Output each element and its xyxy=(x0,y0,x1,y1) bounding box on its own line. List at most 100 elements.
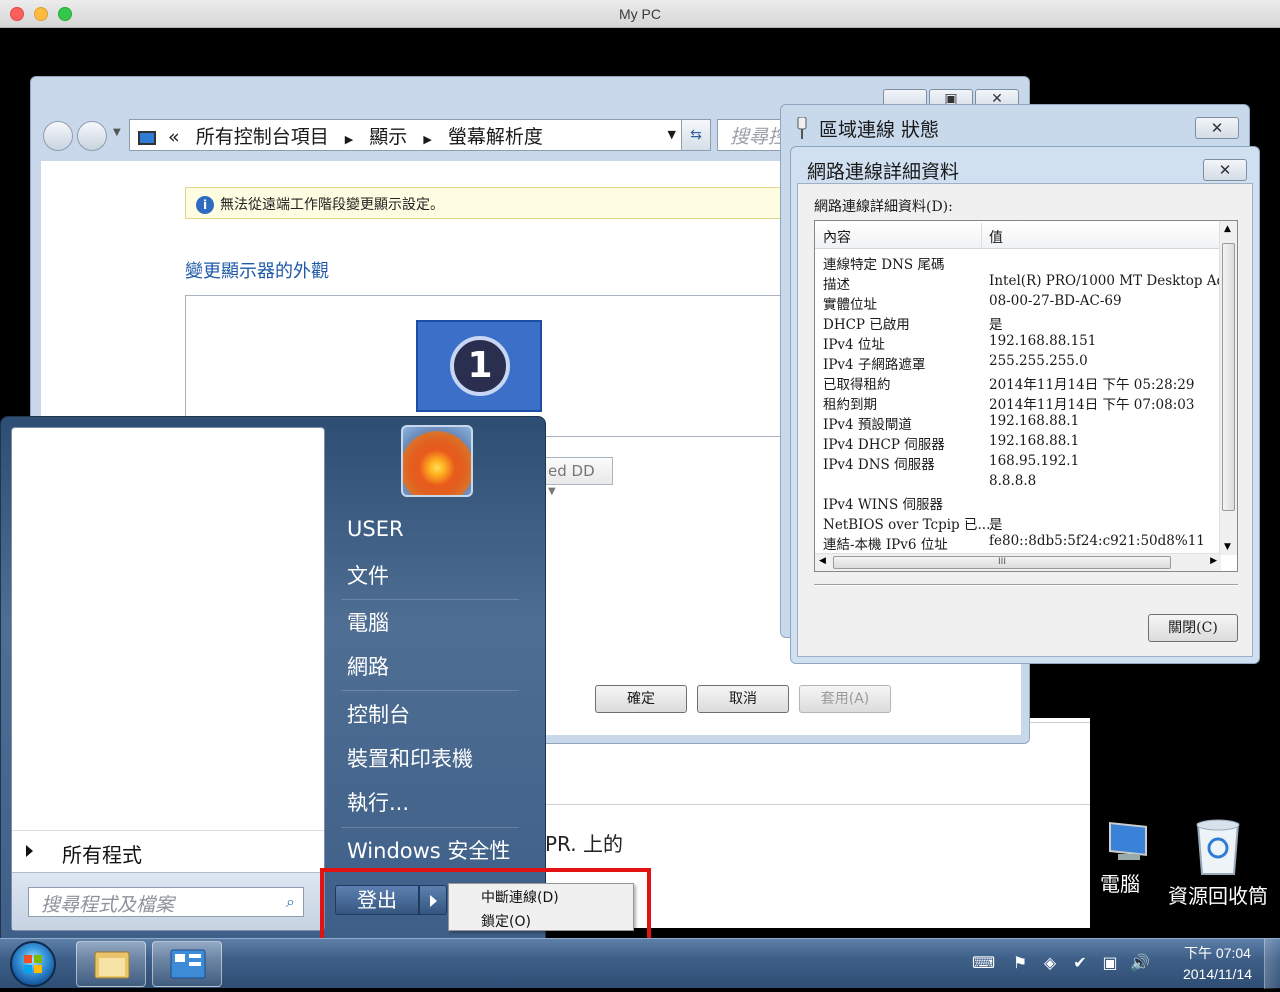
info-icon: i xyxy=(196,196,214,214)
start-item-windows-security[interactable]: Windows 安全性 xyxy=(347,835,510,865)
start-item-network[interactable]: 網路 xyxy=(347,651,389,681)
breadcrumb-arrow-icon[interactable]: ▶ xyxy=(345,133,353,146)
ok-button[interactable]: 確定 xyxy=(595,685,687,713)
row-property: DHCP 已啟用 xyxy=(823,317,910,333)
start-item-run[interactable]: 執行... xyxy=(347,787,409,817)
mac-window-titlebar: My PC xyxy=(0,0,1280,28)
show-desktop-button[interactable] xyxy=(1264,939,1280,989)
details-list-label: 網路連線詳細資料(D): xyxy=(814,199,953,215)
forward-button[interactable] xyxy=(77,121,107,151)
remote-desktop: PR. 上的 ▁ ▣ ✕ ▼ « 所有控制台項目 ▶ 顯示 ▶ 螢幕解析度 ▼ xyxy=(0,28,1280,949)
all-programs-button[interactable]: 所有程式 xyxy=(12,830,324,870)
row-value: fe80::8db5:5f24:c921:50d8%11 xyxy=(989,533,1205,549)
chevron-right-icon xyxy=(26,845,33,857)
column-divider[interactable] xyxy=(981,223,982,247)
close-button[interactable]: ✕ xyxy=(1203,159,1247,181)
computer-icon xyxy=(1109,821,1147,860)
address-dropdown-icon[interactable]: ▼ xyxy=(668,128,676,141)
row-value: 192.168.88.1 xyxy=(989,413,1080,429)
clock[interactable]: 下午 07:04 2014/11/14 xyxy=(1183,943,1252,985)
table-row[interactable]: IPv4 DNS 伺服器 168.95.192.1 xyxy=(815,451,1221,473)
table-row[interactable]: DHCP 已啟用 是 xyxy=(815,311,1221,333)
column-header-value[interactable]: 值 xyxy=(989,227,1003,247)
table-row[interactable]: IPv4 子網路遮罩 255.255.255.0 xyxy=(815,351,1221,373)
breadcrumb-overflow[interactable]: « xyxy=(168,126,180,148)
refresh-button[interactable]: ⇆ xyxy=(681,119,711,151)
monitor-icon[interactable]: 1 xyxy=(416,320,542,412)
recycle-bin-desktop-icon[interactable]: 資源回收筒 xyxy=(1168,818,1268,938)
lan-status-title: 區域連線 狀態 xyxy=(819,119,940,141)
row-property: IPv4 位址 xyxy=(823,337,885,353)
divider xyxy=(341,827,519,828)
security-icon[interactable]: ✔ xyxy=(1070,953,1090,973)
scroll-left-icon[interactable]: ◀ xyxy=(819,556,826,566)
network-details-body: 網路連線詳細資料(D): 內容 值 連線特定 DNS 尾碼 描述 Intel(R) … xyxy=(797,183,1253,657)
row-value: 168.95.192.1 xyxy=(989,453,1080,469)
row-value: 08-00-27-BD-AC-69 xyxy=(989,293,1122,309)
scroll-up-icon[interactable]: ▲ xyxy=(1224,224,1231,234)
chevron-down-icon: ▼ xyxy=(548,486,556,497)
row-value: 255.255.255.0 xyxy=(989,353,1088,369)
table-row[interactable]: 實體位址 08-00-27-BD-AC-69 xyxy=(815,291,1221,313)
start-search-input[interactable]: 搜尋程式及檔案 ⌕ xyxy=(28,887,304,917)
row-property: IPv4 DHCP 伺服器 xyxy=(823,437,945,453)
scroll-thumb-horizontal[interactable]: III xyxy=(833,556,1171,569)
history-dropdown-icon[interactable]: ▼ xyxy=(113,127,121,138)
start-button[interactable] xyxy=(10,941,56,987)
computer-desktop-icon[interactable]: 電腦 xyxy=(1100,818,1160,908)
network-tray-icon[interactable]: ▣ xyxy=(1100,953,1120,973)
table-row[interactable]: 連線特定 DNS 尾碼 xyxy=(815,251,1221,273)
start-item-documents[interactable]: 文件 xyxy=(347,560,389,590)
column-header-property[interactable]: 內容 xyxy=(823,227,851,247)
display-dropdown[interactable]: ed DD ▼ xyxy=(541,457,613,497)
display-dropdown-value: ed DD xyxy=(548,462,595,480)
taskbar-control-panel-button[interactable] xyxy=(152,941,222,987)
background-text: PR. 上的 xyxy=(545,832,623,856)
avatar[interactable] xyxy=(401,425,473,497)
row-value: 2014年11月14日 下午 07:08:03 xyxy=(989,397,1195,413)
horizontal-scrollbar[interactable]: ◀ III ▶ xyxy=(815,553,1221,571)
divider xyxy=(341,599,519,600)
breadcrumb-item-resolution[interactable]: 螢幕解析度 xyxy=(448,126,543,148)
table-row[interactable]: 連結-本機 IPv6 位址 fe80::8db5:5f24:c921:50d8%1… xyxy=(815,531,1221,553)
details-list[interactable]: 內容 值 連線特定 DNS 尾碼 描述 Intel(R) PRO/1000 MT D… xyxy=(814,220,1238,572)
table-row[interactable]: 描述 Intel(R) PRO/1000 MT Desktop Adap xyxy=(815,271,1237,293)
start-item-control-panel[interactable]: 控制台 xyxy=(347,699,410,729)
address-bar[interactable]: « 所有控制台項目 ▶ 顯示 ▶ 螢幕解析度 ▼ xyxy=(129,119,685,151)
scroll-down-icon[interactable]: ▼ xyxy=(1224,542,1231,552)
table-row[interactable]: 已取得租約 2014年11月14日 下午 05:28:29 xyxy=(815,371,1221,393)
table-row[interactable]: IPv4 位址 192.168.88.151 xyxy=(815,331,1221,353)
table-row[interactable]: IPv4 WINS 伺服器 xyxy=(815,491,1221,513)
action-center-flag-icon[interactable]: ⚑ xyxy=(1010,953,1030,973)
scroll-thumb[interactable] xyxy=(1222,243,1235,511)
clock-date: 2014/11/14 xyxy=(1182,966,1252,982)
row-property: IPv4 預設閘道 xyxy=(823,417,912,433)
taskbar-explorer-button[interactable] xyxy=(76,941,146,987)
table-row[interactable]: IPv4 DHCP 伺服器 192.168.88.1 xyxy=(815,431,1221,453)
start-item-devices-printers[interactable]: 裝置和印表機 xyxy=(347,743,473,773)
table-row[interactable]: 租約到期 2014年11月14日 下午 07:08:03 xyxy=(815,391,1221,413)
close-details-button[interactable]: 關閉(C) xyxy=(1148,614,1238,642)
keyboard-icon[interactable]: ⌨ xyxy=(972,953,995,973)
breadcrumb-item-display[interactable]: 顯示 xyxy=(369,126,407,148)
volume-icon[interactable]: 🔊 xyxy=(1130,953,1150,973)
virtualbox-icon[interactable]: ◈ xyxy=(1040,953,1060,973)
scroll-right-icon[interactable]: ▶ xyxy=(1210,556,1217,566)
close-button[interactable]: ✕ xyxy=(1195,117,1239,139)
table-row[interactable]: 8.8.8.8 xyxy=(815,471,1221,491)
back-button[interactable] xyxy=(43,121,73,151)
clock-time: 下午 07:04 xyxy=(1184,945,1251,961)
table-row[interactable]: IPv4 預設閘道 192.168.88.1 xyxy=(815,411,1221,433)
cancel-button[interactable]: 取消 xyxy=(697,685,789,713)
vertical-scrollbar[interactable]: ▲ ▼ xyxy=(1219,221,1237,555)
table-row[interactable]: NetBIOS over Tcpip 已... 是 xyxy=(815,511,1221,533)
start-item-computer[interactable]: 電腦 xyxy=(347,607,389,637)
divider xyxy=(341,690,519,691)
breadcrumb-item-all-control-panel[interactable]: 所有控制台項目 xyxy=(196,126,329,148)
start-search-area: 搜尋程式及檔案 ⌕ xyxy=(12,872,324,930)
apply-button[interactable]: 套用(A) xyxy=(799,685,891,713)
search-icon[interactable]: ⌕ xyxy=(286,892,295,912)
start-item-user[interactable]: USER xyxy=(347,517,404,541)
breadcrumb-arrow-icon[interactable]: ▶ xyxy=(423,133,431,146)
info-message: 無法從遠端工作階段變更顯示設定。 xyxy=(220,197,444,213)
